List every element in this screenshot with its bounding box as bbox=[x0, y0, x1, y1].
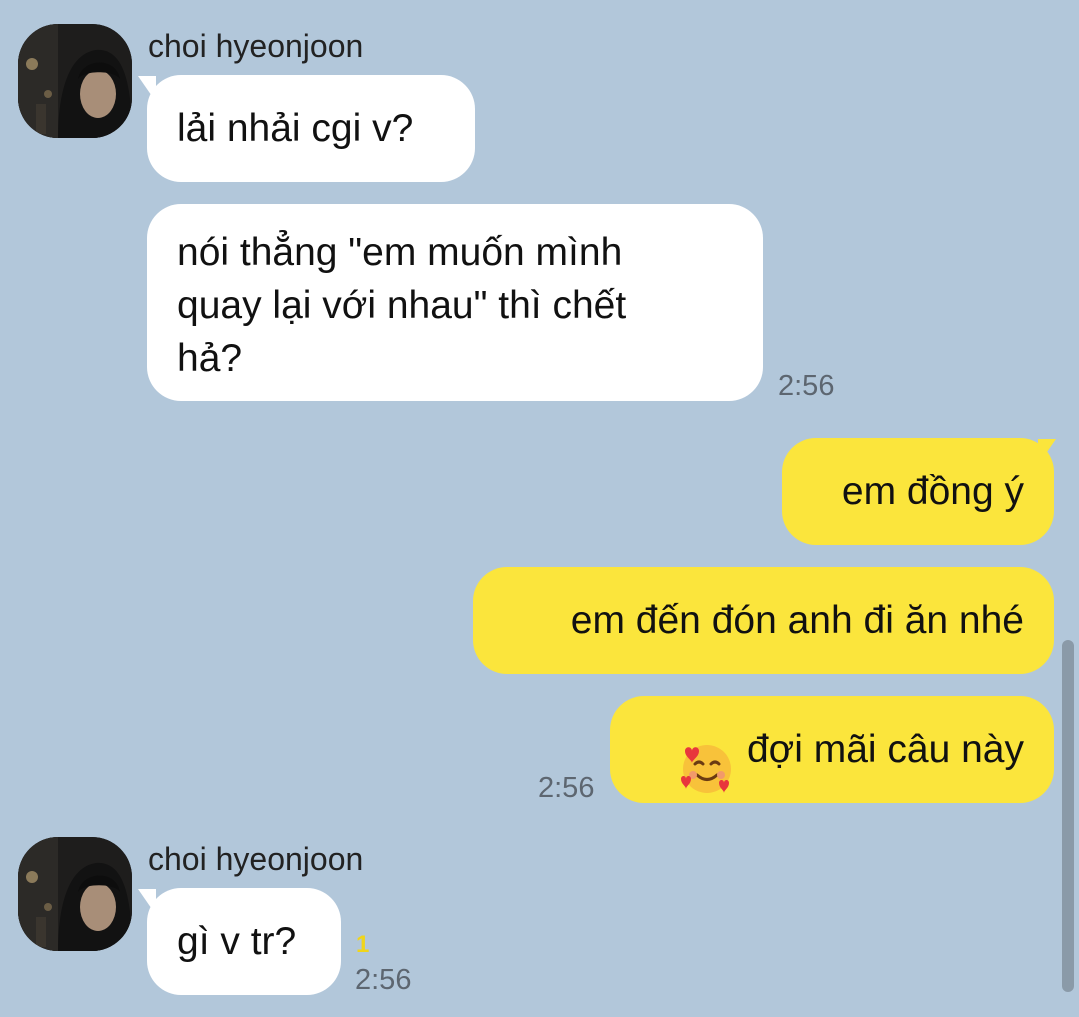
message-text: đợi mãi câu này bbox=[746, 727, 1024, 771]
scrollbar[interactable] bbox=[1062, 640, 1074, 992]
unread-count-badge: 1 bbox=[356, 931, 370, 958]
incoming-message-bubble[interactable]: nói thẳng "em muốn mình quay lại với nha… bbox=[147, 204, 763, 401]
contact-avatar[interactable] bbox=[18, 24, 132, 138]
contact-avatar[interactable] bbox=[18, 837, 132, 951]
outgoing-message-bubble[interactable]: đợi mãi câu này bbox=[610, 696, 1054, 803]
smiling-face-with-hearts-icon bbox=[679, 688, 735, 811]
chat-message-list[interactable]: choi hyeonjoon lải nhải cgi v? nói thẳng… bbox=[0, 0, 1079, 1017]
message-timestamp: 2:56 bbox=[538, 772, 595, 804]
incoming-message-bubble[interactable]: lải nhải cgi v? bbox=[147, 75, 475, 182]
outgoing-message-bubble[interactable]: em đồng ý bbox=[782, 438, 1054, 545]
outgoing-message-bubble[interactable]: em đến đón anh đi ăn nhé bbox=[473, 567, 1054, 674]
sender-name: choi hyeonjoon bbox=[148, 841, 364, 877]
sender-name: choi hyeonjoon bbox=[148, 28, 364, 64]
message-timestamp: 2:56 bbox=[355, 964, 412, 996]
message-timestamp: 2:56 bbox=[778, 370, 835, 402]
incoming-message-bubble[interactable]: gì v tr? bbox=[147, 888, 341, 995]
